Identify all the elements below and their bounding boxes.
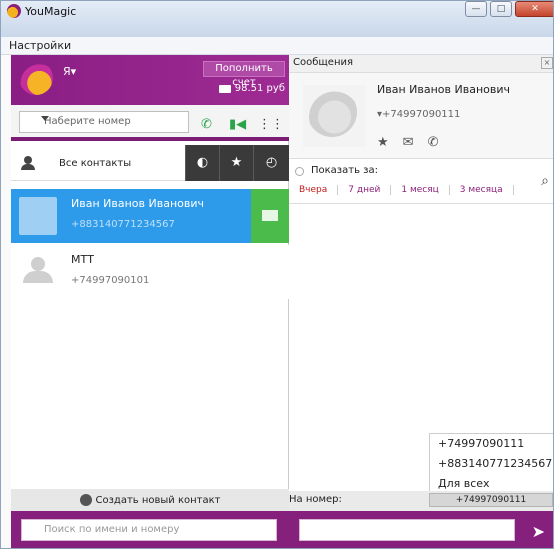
dropdown-option[interactable]: +883140771234567 bbox=[430, 454, 553, 474]
show-for-radio[interactable] bbox=[295, 167, 304, 176]
recipient-select[interactable]: +74997090111 bbox=[429, 493, 553, 507]
title-bar: YouMagic — □ ✕ bbox=[1, 1, 553, 37]
youmagic-logo-icon bbox=[7, 4, 21, 18]
app-window: YouMagic — □ ✕ Настройки Я▾ Пополнить сч… bbox=[0, 0, 554, 549]
contact-row[interactable]: Иван Иванов Иванович +883140771234567 bbox=[11, 189, 289, 243]
phone-call-icon[interactable]: ✆ bbox=[201, 117, 215, 132]
close-button[interactable]: ✕ bbox=[515, 1, 553, 17]
dialer-row: Наберите номер ✆ ▮◀ ⋮⋮⋮ bbox=[11, 105, 297, 141]
tab-history-icon[interactable]: ◴ bbox=[253, 145, 289, 181]
account-name: Я bbox=[63, 65, 71, 78]
dialpad-icon[interactable]: ⋮⋮⋮ bbox=[258, 117, 297, 132]
search-bar: Поиск по имени и номеру bbox=[11, 511, 289, 548]
menu-bar: Настройки bbox=[1, 37, 553, 55]
dropdown-option[interactable]: +74997090111 bbox=[430, 434, 553, 454]
tab-youmagic-icon[interactable]: ◐ bbox=[185, 145, 219, 181]
message-icon[interactable]: ✉ bbox=[403, 135, 414, 150]
app-title: YouMagic bbox=[25, 4, 77, 18]
send-icon[interactable]: ➤ bbox=[532, 522, 545, 541]
favorite-icon[interactable]: ★ bbox=[377, 135, 389, 150]
profile-number-select[interactable]: ▾+74997090111 bbox=[377, 109, 460, 120]
contact-avatar bbox=[19, 253, 57, 291]
compose-bar: ➤ bbox=[289, 511, 553, 548]
wallet-icon bbox=[218, 84, 231, 93]
video-call-icon[interactable]: ▮◀ bbox=[229, 117, 246, 132]
envelope-icon bbox=[262, 210, 278, 221]
create-contact-button[interactable]: Создать новый контакт bbox=[11, 489, 289, 511]
contacts-list: Иван Иванов Иванович +883140771234567 МТ… bbox=[11, 189, 289, 489]
period-7-days[interactable]: 7 дней bbox=[338, 185, 392, 195]
message-input[interactable] bbox=[299, 519, 515, 541]
tab-all-contacts[interactable]: Все контакты bbox=[11, 145, 183, 181]
window-title: YouMagic bbox=[7, 4, 76, 18]
contact-tabs: Все контакты ◐ ★ ◴ bbox=[11, 145, 289, 181]
contact-name: МТТ bbox=[71, 253, 94, 266]
history-search-icon[interactable]: ⌕ bbox=[541, 173, 549, 189]
contacts-panel: Я▾ Пополнить счет 98.51 руб Наберите ном… bbox=[11, 55, 297, 548]
contact-number: +883140771234567 bbox=[71, 219, 175, 230]
recipient-label: На номер: bbox=[289, 494, 342, 505]
profile-avatar bbox=[303, 85, 365, 147]
profile-name: Иван Иванов Иванович bbox=[377, 83, 510, 96]
bird-placeholder-icon bbox=[307, 87, 357, 137]
contact-number: +74997090101 bbox=[71, 275, 150, 286]
dial-dropdown-icon[interactable] bbox=[41, 116, 49, 121]
window-controls: — □ ✕ bbox=[465, 1, 553, 17]
account-header: Я▾ Пополнить счет 98.51 руб bbox=[11, 55, 289, 105]
minimize-button[interactable]: — bbox=[465, 1, 487, 17]
add-person-icon bbox=[79, 494, 92, 506]
person-icon bbox=[21, 156, 35, 170]
period-list: Вчера 7 дней 1 месяц 3 месяца bbox=[289, 185, 514, 195]
balance: 98.51 руб bbox=[218, 83, 285, 94]
contact-profile: Иван Иванов Иванович ▾+74997090111 ★ ✉ ✆ bbox=[289, 73, 553, 159]
profile-actions: ★ ✉ ✆ bbox=[377, 135, 438, 150]
history-filter: Показать за: ⌕ Вчера 7 дней 1 месяц 3 ме… bbox=[289, 159, 553, 204]
messages-header: Сообщения × bbox=[289, 55, 553, 73]
tab-all-contacts-label: Все контакты bbox=[59, 157, 132, 169]
message-button[interactable] bbox=[251, 189, 289, 243]
profile-number: +74997090111 bbox=[382, 109, 461, 120]
contact-name: Иван Иванов Иванович bbox=[71, 197, 204, 210]
contact-search-input[interactable]: Поиск по имени и номеру bbox=[21, 519, 277, 541]
create-contact-label: Создать новый контакт bbox=[95, 494, 221, 506]
account-menu[interactable]: Я▾ bbox=[63, 65, 76, 78]
contact-row[interactable]: МТТ +74997090101 bbox=[11, 245, 289, 299]
account-avatar-icon bbox=[19, 61, 53, 95]
messages-title: Сообщения bbox=[293, 57, 354, 68]
dial-input[interactable]: Наберите номер bbox=[19, 111, 189, 133]
balance-value: 98.51 руб bbox=[234, 83, 285, 94]
period-1-month[interactable]: 1 месяц bbox=[391, 185, 450, 195]
show-for-label: Показать за: bbox=[311, 165, 378, 176]
tab-favorites-icon[interactable]: ★ bbox=[219, 145, 253, 181]
messages-close-button[interactable]: × bbox=[541, 57, 553, 69]
topup-button[interactable]: Пополнить счет bbox=[203, 61, 285, 88]
recipient-row: На номер: +74997090111 bbox=[289, 491, 553, 511]
contact-avatar bbox=[19, 197, 57, 235]
period-3-months[interactable]: 3 месяца bbox=[450, 185, 514, 195]
period-yesterday[interactable]: Вчера bbox=[289, 185, 339, 195]
messages-panel: Сообщения × Иван Иванов Иванович ▾+74997… bbox=[289, 55, 553, 548]
menu-settings[interactable]: Настройки bbox=[9, 39, 71, 52]
maximize-button[interactable]: □ bbox=[490, 1, 512, 17]
call-icon[interactable]: ✆ bbox=[428, 135, 439, 150]
